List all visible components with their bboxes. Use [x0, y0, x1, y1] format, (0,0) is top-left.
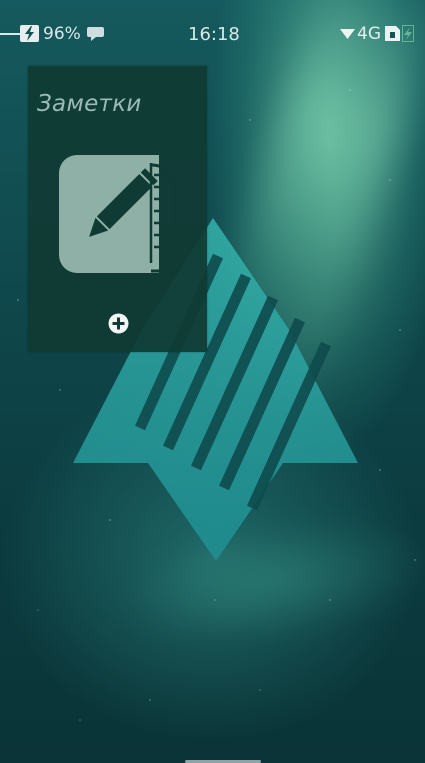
- chat-icon: [87, 27, 104, 41]
- wifi-icon: [340, 29, 355, 39]
- cover-title: Заметки: [37, 91, 142, 117]
- sim-icon: [385, 26, 400, 41]
- notes-app-cover[interactable]: Заметки: [28, 66, 207, 352]
- battery-percentage: 96%: [43, 24, 81, 44]
- battery-charge-icon: [402, 25, 414, 42]
- network-type: 4G: [357, 24, 381, 44]
- notes-pencil-icon: [59, 155, 177, 273]
- plus-circle-icon[interactable]: [108, 313, 129, 334]
- status-line: [0, 33, 20, 35]
- home-screen: 96% 16:18 4G Заметки: [0, 0, 425, 763]
- battery-charging-icon: [20, 25, 39, 42]
- status-bar: 96% 16:18 4G: [0, 0, 425, 45]
- clock: 16:18: [188, 24, 240, 45]
